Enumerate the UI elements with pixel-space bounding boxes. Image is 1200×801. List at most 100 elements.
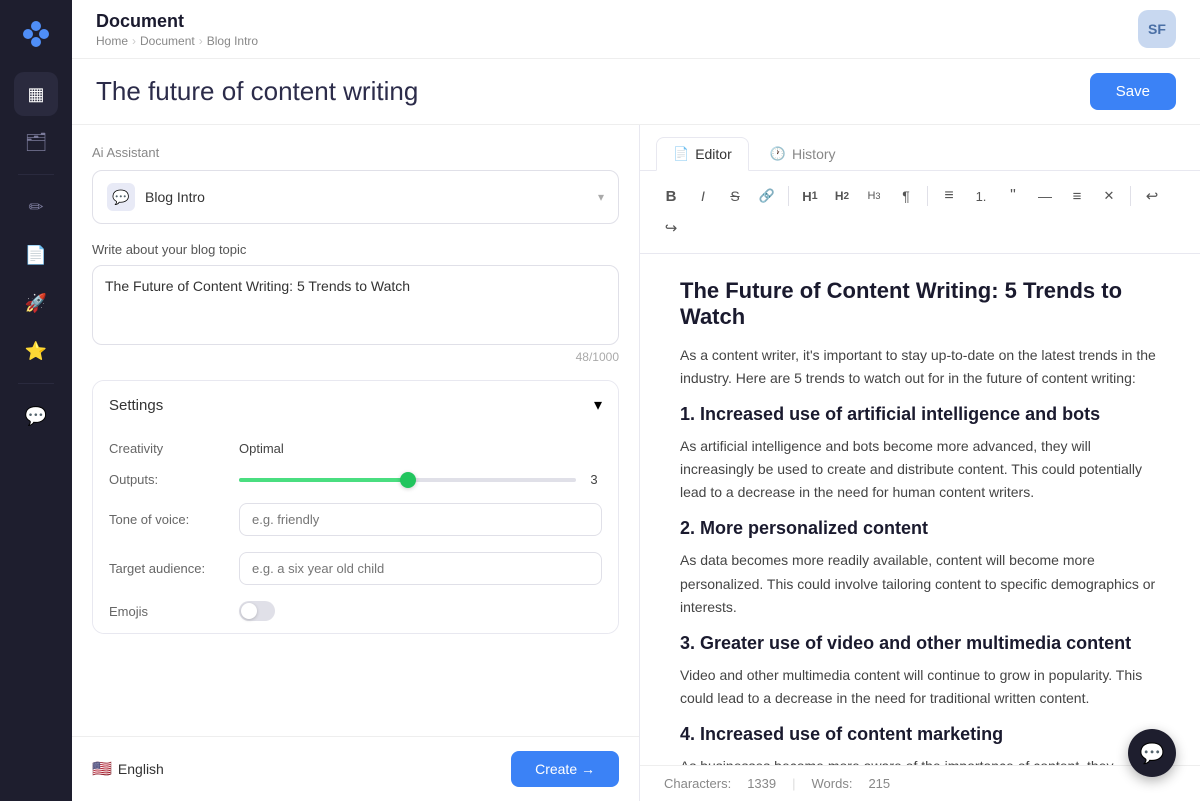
creativity-label: Creativity <box>109 441 239 456</box>
strikethrough-button[interactable]: S <box>720 181 750 211</box>
target-input[interactable] <box>239 552 602 585</box>
chat-bubble-icon: 💬 <box>112 189 129 206</box>
ol-button[interactable]: 1. <box>966 181 996 211</box>
editor-toolbar: B I S 🔗 H1 H2 H3 ¶ ≡ 1. " — ≡ ✕ ↩ ↪ <box>640 171 1200 254</box>
breadcrumb-home[interactable]: Home <box>96 34 128 48</box>
divider-button[interactable]: — <box>1030 181 1060 211</box>
content-section-4-heading: 4. Increased use of content marketing <box>680 724 1160 745</box>
tone-input[interactable] <box>239 503 602 536</box>
page-title-bar: The future of content writing Save <box>72 59 1200 125</box>
editor-tab-icon: 📄 <box>673 146 689 162</box>
tab-editor[interactable]: 📄 Editor <box>656 137 749 171</box>
align-button[interactable]: ≡ <box>1062 181 1092 211</box>
bold-button[interactable]: B <box>656 181 686 211</box>
template-name: Blog Intro <box>145 189 205 205</box>
h1-button[interactable]: H1 <box>795 181 825 211</box>
sidebar-item-documents[interactable]: 🗂 <box>14 120 58 164</box>
tab-editor-label: Editor <box>695 146 732 162</box>
rocket-icon: 🚀 <box>25 293 47 314</box>
tone-label: Tone of voice: <box>109 512 239 527</box>
target-label: Target audience: <box>109 561 239 576</box>
chat-bubble-button[interactable]: 💬 <box>1128 729 1176 777</box>
page-title: The future of content writing <box>96 76 418 107</box>
template-selector-left: 💬 Blog Intro <box>107 183 205 211</box>
create-button[interactable]: Create → <box>511 751 619 787</box>
breadcrumb-sep1: › <box>132 34 136 48</box>
ul-button[interactable]: ≡ <box>934 181 964 211</box>
flag-icon: 🇺🇸 <box>92 759 112 779</box>
edit-icon: ✏ <box>28 197 43 218</box>
sidebar-item-dashboard[interactable]: ▦ <box>14 72 58 116</box>
creativity-value: Optimal <box>239 441 602 456</box>
content-main-heading: The Future of Content Writing: 5 Trends … <box>680 278 1160 330</box>
toolbar-separator-3 <box>1130 186 1131 206</box>
footer-separator: | <box>792 776 795 791</box>
outputs-row: Outputs: 3 <box>109 472 602 487</box>
sidebar-divider-2 <box>18 383 54 384</box>
template-icon: 💬 <box>107 183 135 211</box>
user-avatar[interactable]: SF <box>1138 10 1176 48</box>
language-selector[interactable]: 🇺🇸 English <box>92 759 164 779</box>
emojis-toggle[interactable] <box>239 601 275 621</box>
creativity-row: Creativity Optimal <box>109 441 602 456</box>
paragraph-button[interactable]: ¶ <box>891 181 921 211</box>
breadcrumb-document[interactable]: Document <box>140 34 195 48</box>
save-button[interactable]: Save <box>1090 73 1176 110</box>
words-value: 215 <box>868 776 890 791</box>
settings-body: Creativity Optimal Outputs: 3 <box>93 429 618 633</box>
sidebar-item-pages[interactable]: 📄 <box>14 233 58 277</box>
outputs-slider-track[interactable] <box>239 478 576 482</box>
target-row: Target audience: <box>109 552 602 585</box>
content-intro: As a content writer, it's important to s… <box>680 344 1160 390</box>
pages-icon: 📄 <box>25 245 47 266</box>
editor-content-area[interactable]: The Future of Content Writing: 5 Trends … <box>640 254 1200 765</box>
redo-button[interactable]: ↪ <box>656 213 686 243</box>
content-section-2-heading: 2. More personalized content <box>680 518 1160 539</box>
folder-icon: 🗂 <box>25 132 48 153</box>
quote-button[interactable]: " <box>998 181 1028 211</box>
settings-section: Settings ▾ Creativity Optimal Outputs: <box>92 380 619 634</box>
content-section-1-body: As artificial intelligence and bots beco… <box>680 435 1160 504</box>
tab-history[interactable]: 🕐 History <box>753 137 853 170</box>
topic-input[interactable] <box>92 265 619 345</box>
h2-button[interactable]: H2 <box>827 181 857 211</box>
left-panel-footer: 🇺🇸 English Create → <box>72 736 639 801</box>
sidebar-divider <box>18 174 54 175</box>
link-button[interactable]: 🔗 <box>752 181 782 211</box>
settings-chevron-icon: ▾ <box>594 395 602 415</box>
content-section-4-body: As businesses become more aware of the i… <box>680 755 1160 765</box>
chat-icon: 💬 <box>25 406 47 427</box>
dashboard-icon: ▦ <box>27 84 44 105</box>
toolbar-separator-1 <box>788 186 789 206</box>
sidebar-item-edit[interactable]: ✏ <box>14 185 58 229</box>
sidebar-item-rocket[interactable]: 🚀 <box>14 281 58 325</box>
undo-button[interactable]: ↩ <box>1137 181 1167 211</box>
emojis-row: Emojis <box>109 601 602 621</box>
outputs-slider-container: 3 <box>239 472 602 487</box>
star-icon: ⭐ <box>25 341 47 362</box>
app-logo[interactable] <box>14 12 58 56</box>
breadcrumb-current[interactable]: Blog Intro <box>207 34 258 48</box>
chevron-down-icon: ▾ <box>598 190 604 204</box>
clear-format-button[interactable]: ✕ <box>1094 181 1124 211</box>
topic-label: Write about your blog topic <box>92 242 619 257</box>
template-selector[interactable]: 💬 Blog Intro ▾ <box>92 170 619 224</box>
breadcrumb-sep2: › <box>199 34 203 48</box>
left-panel: Ai Assistant 💬 Blog Intro ▾ Write about … <box>72 125 640 801</box>
words-label: Words: <box>812 776 853 791</box>
content-section-3-body: Video and other multimedia content will … <box>680 664 1160 710</box>
content-section-2-body: As data becomes more readily available, … <box>680 549 1160 618</box>
settings-label: Settings <box>109 397 163 414</box>
characters-label: Characters: <box>664 776 731 791</box>
editor-footer: Characters: 1339 | Words: 215 <box>640 765 1200 801</box>
h3-button[interactable]: H3 <box>859 181 889 211</box>
slider-thumb <box>400 472 416 488</box>
italic-button[interactable]: I <box>688 181 718 211</box>
main-content: Document Home › Document › Blog Intro SF… <box>72 0 1200 801</box>
sidebar-item-chat[interactable]: 💬 <box>14 394 58 438</box>
outputs-label: Outputs: <box>109 472 239 487</box>
emojis-label: Emojis <box>109 604 239 619</box>
settings-header[interactable]: Settings ▾ <box>93 381 618 429</box>
language-label: English <box>118 761 164 777</box>
sidebar-item-favorites[interactable]: ⭐ <box>14 329 58 373</box>
